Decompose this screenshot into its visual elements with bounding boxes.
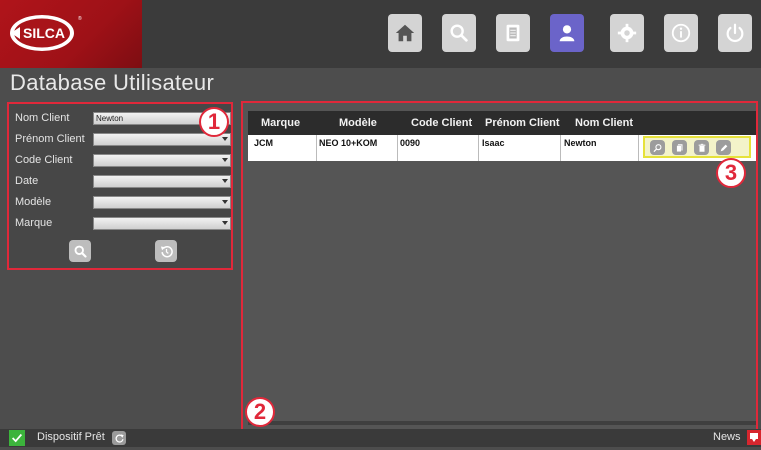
check-icon (12, 433, 23, 443)
power-button[interactable] (718, 14, 752, 52)
silca-logo: SILCA ® (10, 15, 82, 51)
view-button[interactable] (650, 140, 665, 155)
column-header-prenom-client[interactable]: Prénom Client (485, 117, 560, 129)
marque-select[interactable] (93, 217, 231, 230)
column-divider (397, 135, 398, 161)
callout-badge-3: 3 (716, 158, 746, 188)
status-text: Dispositif Prêt (37, 431, 105, 443)
reset-icon (160, 245, 173, 257)
power-icon (726, 23, 744, 43)
settings-button[interactable] (610, 14, 644, 52)
search-icon (74, 245, 87, 258)
table-row[interactable]: JCM NEO 10+KOM 0090 Isaac Newton (248, 135, 756, 161)
cell-prenom-client: Isaac (482, 138, 505, 148)
copy-icon (675, 143, 682, 152)
column-header-code-client[interactable]: Code Client (411, 117, 472, 129)
chevron-down-icon (222, 137, 228, 141)
column-header-modele[interactable]: Modèle (339, 117, 377, 129)
edit-icon (720, 144, 727, 151)
chevron-down-icon (222, 221, 228, 225)
column-divider (560, 135, 561, 161)
filter-label-code-client: Code Client (15, 154, 73, 166)
column-header-nom-client[interactable]: Nom Client (575, 117, 633, 129)
status-ok-indicator (9, 430, 25, 446)
callout-badge-2: 2 (245, 397, 275, 427)
logo-area: SILCA ® (0, 0, 142, 68)
delete-icon (698, 143, 705, 152)
refresh-button[interactable] (112, 431, 126, 445)
news-icon[interactable] (747, 430, 761, 445)
delete-button[interactable] (694, 140, 709, 155)
gear-icon (617, 23, 637, 43)
app-header: SILCA ® (0, 0, 761, 68)
column-header-marque[interactable]: Marque (261, 117, 300, 129)
chevron-down-icon (222, 200, 228, 204)
news-glyph (750, 433, 758, 442)
filter-label-marque: Marque (15, 217, 53, 229)
cell-marque: JCM (254, 138, 274, 148)
page-title: Database Utilisateur (10, 70, 215, 95)
user-database-button[interactable] (550, 14, 584, 52)
filter-label-date: Date (15, 175, 39, 187)
cell-code-client: 0090 (400, 138, 421, 148)
user-icon (559, 25, 575, 42)
column-divider (478, 135, 479, 161)
table-header: Marque Modèle Code Client Prénom Client … (248, 111, 756, 135)
nom-client-value: Newton (96, 114, 124, 123)
filter-reset-button[interactable] (155, 240, 177, 262)
date-select[interactable] (93, 175, 231, 188)
results-table: Marque Modèle Code Client Prénom Client … (241, 101, 758, 433)
column-divider (638, 135, 639, 161)
chevron-down-icon (222, 158, 228, 162)
code-client-select[interactable] (93, 154, 231, 167)
callout-badge-1: 1 (199, 107, 229, 137)
filter-label-prenom-client: Prénom Client (15, 133, 85, 145)
logo-text: SILCA (23, 25, 65, 41)
chevron-down-icon (222, 179, 228, 183)
zoom-icon (653, 143, 661, 152)
search-icon (450, 24, 468, 42)
modele-select[interactable] (93, 196, 231, 209)
copy-button[interactable] (672, 140, 687, 155)
news-label[interactable]: News (713, 431, 741, 443)
search-button[interactable] (442, 14, 476, 52)
filter-label-nom-client: Nom Client (15, 112, 70, 124)
home-button[interactable] (388, 14, 422, 52)
database-icon (506, 24, 520, 42)
svg-text:®: ® (78, 15, 82, 22)
edit-button[interactable] (716, 140, 731, 155)
filter-search-button[interactable] (69, 240, 91, 262)
status-bar: Dispositif Prêt News (0, 429, 761, 447)
horizontal-scrollbar[interactable] (248, 421, 756, 425)
filter-label-modele: Modèle (15, 196, 52, 208)
cell-modele: NEO 10+KOM (319, 138, 378, 148)
home-icon (395, 24, 415, 42)
column-divider (316, 135, 317, 161)
cell-nom-client: Newton (564, 138, 597, 148)
database-button[interactable] (496, 14, 530, 52)
info-button[interactable] (664, 14, 698, 52)
row-actions (643, 136, 751, 158)
info-icon (671, 23, 691, 43)
refresh-icon (115, 433, 124, 443)
